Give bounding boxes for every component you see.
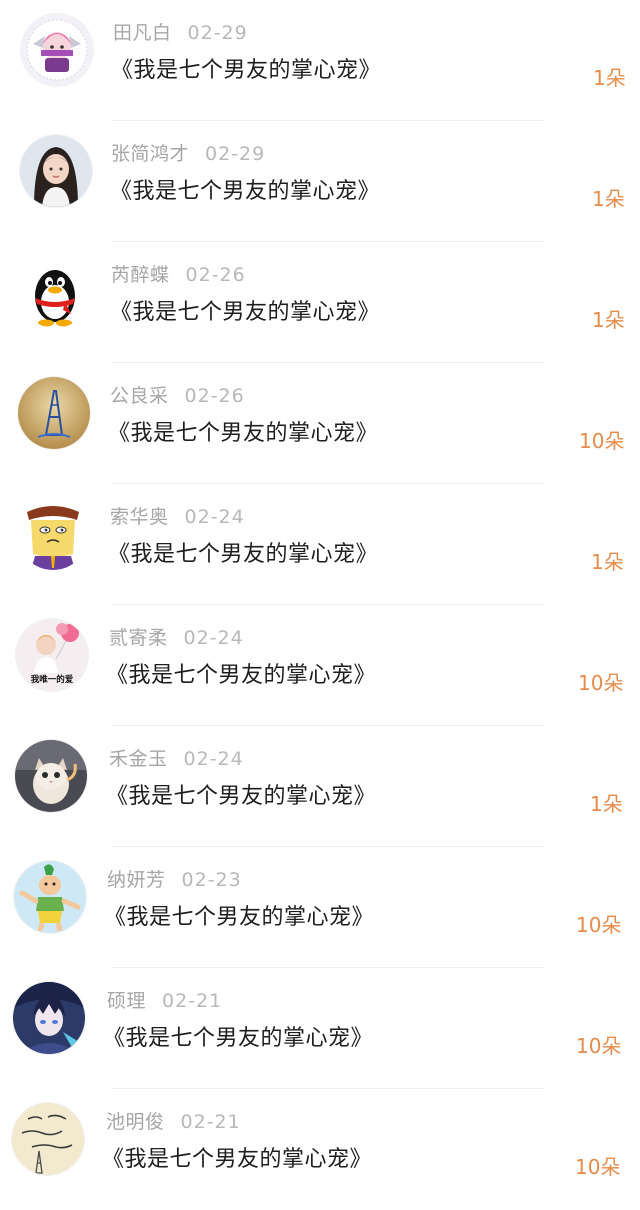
date-text: 02-26 (184, 385, 245, 407)
list-item[interactable]: 田凡白 02-29 《我是七个男友的掌心宠》 1朵 (0, 0, 640, 121)
date-text: 02-23 (181, 869, 242, 891)
book-title[interactable]: 《我是七个男友的掌心宠》 (111, 52, 381, 84)
cartoon-man-avatar[interactable] (17, 498, 89, 570)
qq-penguin-avatar[interactable] (19, 256, 91, 328)
list-item[interactable]: 索华奥 02-24 《我是七个男友的掌心宠》 1朵 (0, 484, 640, 605)
date-text: 02-21 (162, 990, 223, 1012)
book-title[interactable]: 《我是七个男友的掌心宠》 (102, 1141, 372, 1173)
book-title[interactable]: 《我是七个男友的掌心宠》 (106, 778, 376, 810)
user-name[interactable]: 田凡白 (113, 22, 172, 44)
anime-boy-avatar[interactable] (13, 982, 85, 1054)
list-item[interactable]: 张简鸿才 02-29 《我是七个男友的掌心宠》 1朵 (0, 121, 640, 242)
book-title[interactable]: 《我是七个男友的掌心宠》 (106, 657, 376, 689)
flower-count: 1朵 (591, 550, 624, 574)
date-text: 02-26 (185, 264, 246, 286)
girl-photo-avatar[interactable] (20, 135, 92, 207)
flower-count: 1朵 (592, 308, 625, 332)
eiffel-tower-avatar[interactable] (18, 377, 90, 449)
date-text: 02-29 (205, 143, 266, 165)
flower-count: 10朵 (576, 913, 622, 937)
book-title[interactable]: 《我是七个男友的掌心宠》 (110, 294, 380, 326)
list-item[interactable]: 芮醉蝶 02-26 《我是七个男友的掌心宠》 1朵 (0, 242, 640, 363)
flower-count: 10朵 (575, 1155, 621, 1179)
list-item[interactable]: 我唯一的爱 贰寄柔 02-24 《我是七个男友的掌心宠》 10朵 (0, 605, 640, 726)
cat-photo-avatar[interactable] (15, 740, 87, 812)
date-text: 02-24 (183, 627, 244, 649)
flower-count: 10朵 (579, 429, 625, 453)
gift-record-list: 田凡白 02-29 《我是七个男友的掌心宠》 1朵 张简鸿才 02-29 《我是七个… (0, 0, 640, 1186)
date-text: 02-21 (180, 1111, 241, 1133)
date-text: 02-29 (187, 22, 248, 44)
list-item[interactable]: 禾金玉 02-24 《我是七个男友的掌心宠》 1朵 (0, 726, 640, 847)
user-name[interactable]: 池明俊 (106, 1111, 165, 1133)
date-text: 02-24 (184, 506, 245, 528)
handwriting-tower-avatar[interactable] (12, 1103, 84, 1175)
user-name[interactable]: 张简鸿才 (111, 143, 189, 165)
user-name[interactable]: 禾金玉 (109, 748, 168, 770)
user-name[interactable]: 公良采 (110, 385, 169, 407)
user-name[interactable]: 贰寄柔 (109, 627, 168, 649)
flower-count: 10朵 (576, 1034, 622, 1058)
book-title[interactable]: 《我是七个男友的掌心宠》 (103, 1020, 373, 1052)
list-item[interactable]: 纳妍芳 02-23 《我是七个男友的掌心宠》 10朵 (0, 847, 640, 968)
flower-count: 1朵 (593, 66, 626, 90)
calabash-brother-avatar[interactable] (14, 861, 86, 933)
girl-balloon-avatar[interactable]: 我唯一的爱 (16, 619, 88, 691)
user-name[interactable]: 索华奥 (110, 506, 169, 528)
list-item[interactable]: 池明俊 02-21 《我是七个男友的掌心宠》 10朵 (0, 1089, 640, 1210)
list-item[interactable]: 硕理 02-21 《我是七个男友的掌心宠》 10朵 (0, 968, 640, 1089)
user-name[interactable]: 芮醉蝶 (111, 264, 170, 286)
flower-count: 1朵 (590, 792, 623, 816)
book-title[interactable]: 《我是七个男友的掌心宠》 (104, 899, 374, 931)
flower-count: 1朵 (592, 187, 625, 211)
user-name[interactable]: 纳妍芳 (107, 869, 166, 891)
date-text: 02-24 (183, 748, 244, 770)
avatar-caption: 我唯一的爱 (31, 674, 74, 685)
list-item[interactable]: 公良采 02-26 《我是七个男友的掌心宠》 10朵 (0, 363, 640, 484)
user-name[interactable]: 硕理 (107, 990, 146, 1012)
flower-count: 10朵 (578, 671, 624, 695)
anime-girl-pink-avatar[interactable] (21, 14, 93, 86)
book-title[interactable]: 《我是七个男友的掌心宠》 (108, 536, 378, 568)
book-title[interactable]: 《我是七个男友的掌心宠》 (110, 173, 380, 205)
book-title[interactable]: 《我是七个男友的掌心宠》 (108, 415, 378, 447)
